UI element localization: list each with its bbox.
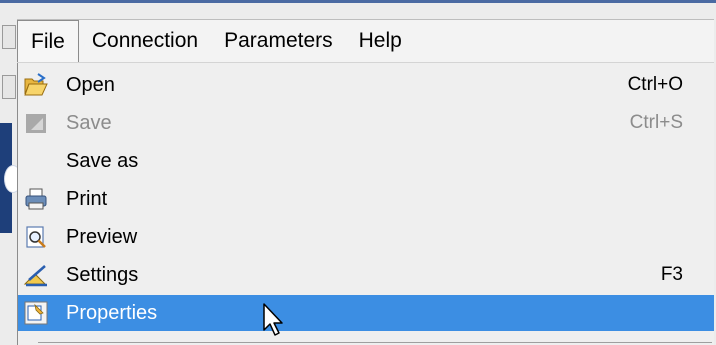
- menu-bar: File Connection Parameters Help: [17, 19, 714, 63]
- menu-item-label: Save: [66, 111, 112, 134]
- toolbar-button-partial[interactable]: [2, 25, 16, 49]
- preview-icon: [26, 226, 46, 248]
- properties-icon: [24, 301, 48, 325]
- shortcut-label: Ctrl+S: [629, 112, 683, 133]
- menu-item-open[interactable]: Open Ctrl+O: [18, 67, 714, 103]
- menu-connection[interactable]: Connection: [79, 20, 211, 62]
- menu-help[interactable]: Help: [346, 20, 415, 62]
- menu-item-label: Properties: [66, 301, 158, 324]
- menu-item-print[interactable]: Print: [18, 181, 714, 217]
- shortcut-label: F3: [660, 264, 683, 285]
- menu-file[interactable]: File: [17, 20, 79, 62]
- save-icon: [26, 114, 46, 133]
- left-app-strip: [0, 3, 22, 345]
- menu-item-save-as[interactable]: Save as: [18, 143, 714, 179]
- toolbar-button-partial[interactable]: [2, 75, 16, 99]
- settings-icon: [23, 265, 47, 287]
- printer-icon: [25, 188, 47, 210]
- menu-item-properties[interactable]: Properties: [18, 295, 714, 331]
- menu-item-label: Settings: [66, 263, 139, 286]
- file-dropdown-menu: Open Ctrl+O Save Ctrl+S Save as Print Pr…: [17, 63, 714, 345]
- menu-item-label: Print: [66, 187, 108, 210]
- shortcut-label: Ctrl+O: [627, 74, 683, 95]
- menu-item-save[interactable]: Save Ctrl+S: [18, 105, 714, 141]
- menu-item-label: Save as: [66, 149, 139, 172]
- menu-parameters[interactable]: Parameters: [211, 20, 346, 62]
- menu-item-settings[interactable]: Settings F3: [18, 257, 714, 293]
- mouse-cursor-icon: [263, 303, 283, 336]
- menu-item-label: Preview: [66, 225, 138, 248]
- menu-item-label: Open: [66, 73, 115, 96]
- menu-item-preview[interactable]: Preview: [18, 219, 714, 255]
- folder-open-icon: [24, 73, 48, 96]
- menu-separator: [38, 342, 712, 343]
